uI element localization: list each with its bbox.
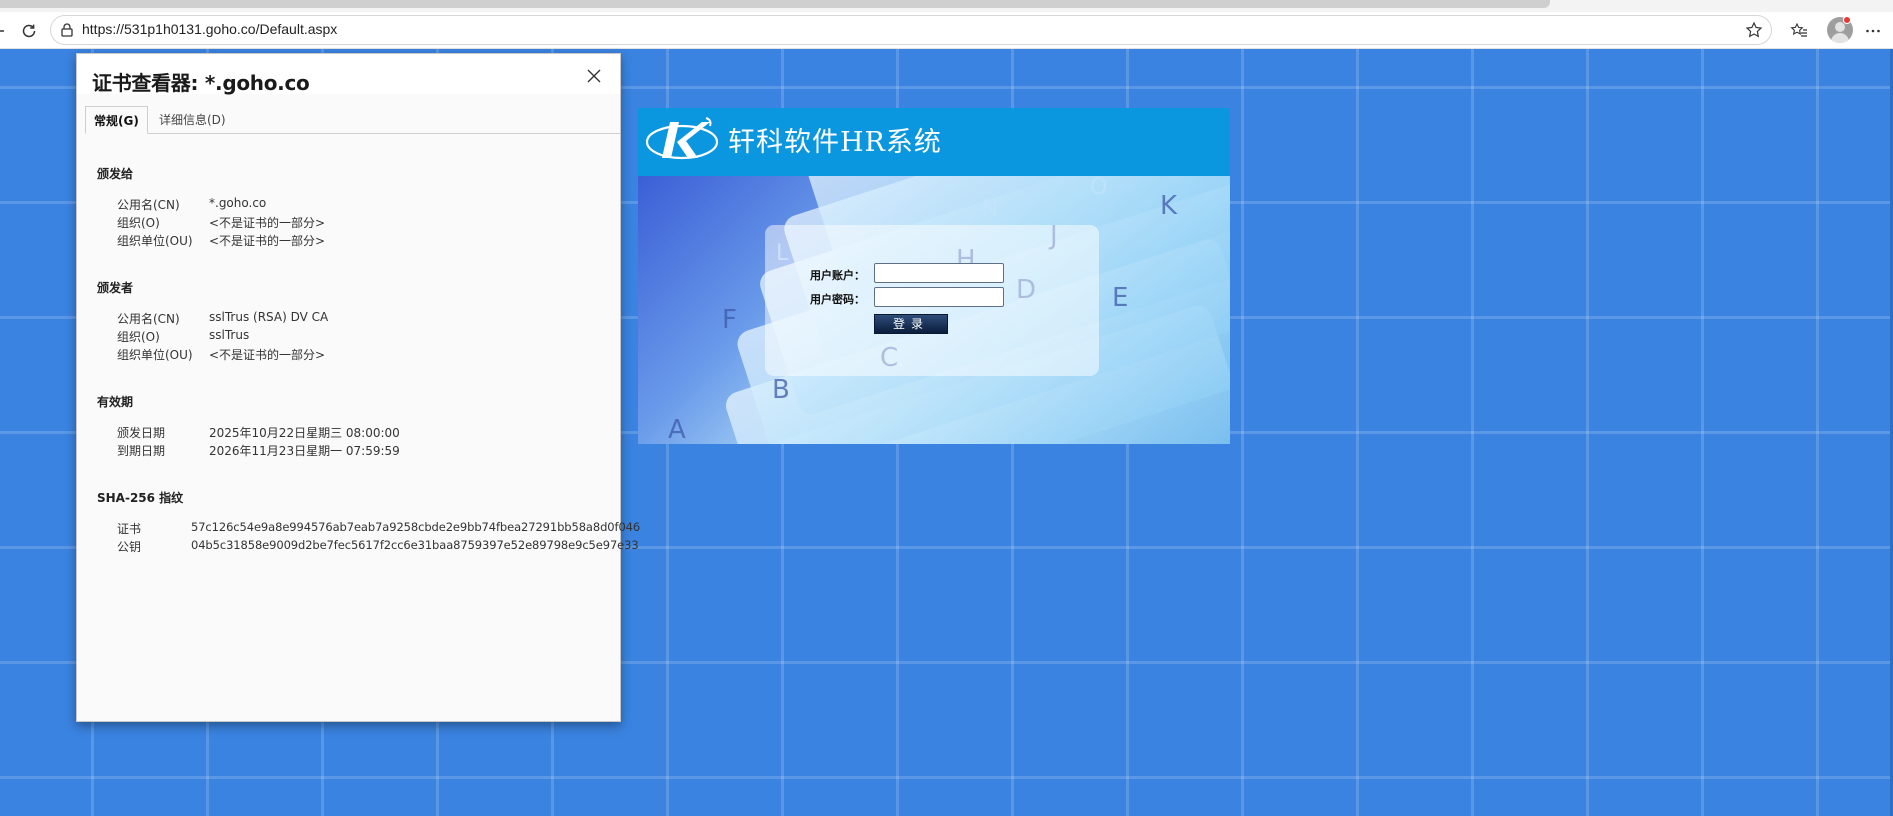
lock-icon[interactable]	[59, 22, 75, 38]
password-label: 用户密码：	[810, 293, 865, 306]
address-url[interactable]: https://531p1h0131.goho.co/Default.aspx	[82, 21, 337, 37]
tab-strip	[0, 0, 1893, 12]
hr-system-title: 轩科软件HR系统	[728, 127, 942, 158]
login-button[interactable]: 登录	[874, 314, 948, 334]
hr-login-panel: 轩科软件HR系统 A B C D E	[638, 108, 1230, 444]
cert-fingerprint-value: 57c126c54e9a8e994576ab7eab7a9258cbde2e9b…	[191, 520, 641, 534]
issue-date-label: 颁发日期	[117, 426, 166, 440]
issued-by-cn-value: sslTrus (RSA) DV CA	[209, 310, 329, 324]
svg-text:E: E	[1112, 283, 1128, 313]
svg-text:A: A	[668, 415, 686, 444]
pubkey-fingerprint-value: 04b5c31858e9009d2be7fec5617f2cc6e31baa87…	[191, 538, 639, 552]
issued-by-cn-label: 公用名(CN)	[117, 312, 180, 326]
hr-header: 轩科软件HR系统	[638, 108, 1230, 176]
back-arrow-icon	[0, 30, 4, 32]
pubkey-fingerprint-label: 公钥	[117, 540, 142, 554]
issued-by-ou-label: 组织单位(OU)	[117, 348, 193, 362]
tab-general[interactable]: 常规(G)	[85, 106, 148, 134]
svg-text:B: B	[772, 375, 790, 405]
username-input[interactable]	[874, 263, 1004, 283]
dialog-title: 证书查看器: *.goho.co	[92, 71, 310, 95]
section-fingerprint-title: SHA-256 指纹	[97, 491, 184, 505]
favorite-star-icon[interactable]	[1745, 21, 1763, 39]
company-logo-icon	[645, 117, 719, 160]
more-menu-button[interactable]	[1860, 18, 1886, 44]
refresh-icon	[22, 24, 36, 38]
issued-to-ou-value: <不是证书的一部分>	[209, 234, 326, 248]
issued-to-o-label: 组织(O)	[117, 216, 160, 230]
favorites-list-icon	[1790, 22, 1807, 37]
dialog-titlebar: 证书查看器: *.goho.co	[77, 54, 620, 95]
refresh-button[interactable]	[16, 18, 42, 44]
login-form-card: 用户账户： 用户密码： 登录	[765, 225, 1099, 376]
avatar-head	[1835, 22, 1845, 32]
svg-text:K: K	[1160, 191, 1178, 221]
tab-details[interactable]: 详细信息(D)	[151, 106, 234, 134]
svg-text:O: O	[1090, 176, 1107, 200]
issued-to-ou-label: 组织单位(OU)	[117, 234, 193, 248]
avatar-body	[1831, 33, 1849, 43]
issued-by-ou-value: <不是证书的一部分>	[209, 348, 326, 362]
section-issued-to-title: 颁发给	[97, 167, 134, 181]
issued-to-cn-value: *.goho.co	[209, 196, 267, 210]
back-button[interactable]	[0, 18, 12, 44]
cert-fingerprint-label: 证书	[117, 522, 142, 536]
expiry-date-value: 2026年11月23日星期一 07:59:59	[209, 444, 400, 458]
favorites-button[interactable]	[1786, 18, 1812, 44]
more-dots-icon	[1866, 29, 1880, 33]
section-issued-by-title: 颁发者	[97, 281, 134, 295]
close-icon[interactable]	[586, 68, 602, 84]
section-validity-title: 有效期	[97, 395, 134, 409]
issued-by-o-value: sslTrus	[209, 328, 250, 342]
issue-date-value: 2025年10月22日星期三 08:00:00	[209, 426, 400, 440]
hr-login-background: A B C D E F H J K L M N O 用户账户： 用户密码： 登录	[638, 176, 1230, 444]
expiry-date-label: 到期日期	[117, 444, 166, 458]
tab-strip-scrollbar[interactable]	[0, 0, 1550, 8]
issued-by-o-label: 组织(O)	[117, 330, 160, 344]
password-input[interactable]	[874, 287, 1004, 307]
issued-to-o-value: <不是证书的一部分>	[209, 216, 326, 230]
certificate-viewer-dialog: 证书查看器: *.goho.co 常规(G) 详细信息(D) 颁发给 公用名(C…	[76, 53, 640, 722]
svg-text:N: N	[982, 197, 998, 222]
browser-toolbar: https://531p1h0131.goho.co/Default.aspx	[0, 12, 1893, 49]
svg-text:F: F	[722, 305, 737, 335]
address-bar[interactable]: https://531p1h0131.goho.co/Default.aspx	[50, 15, 1772, 45]
notification-dot	[1843, 16, 1851, 24]
username-label: 用户账户：	[810, 269, 865, 282]
issued-to-cn-label: 公用名(CN)	[117, 198, 180, 212]
